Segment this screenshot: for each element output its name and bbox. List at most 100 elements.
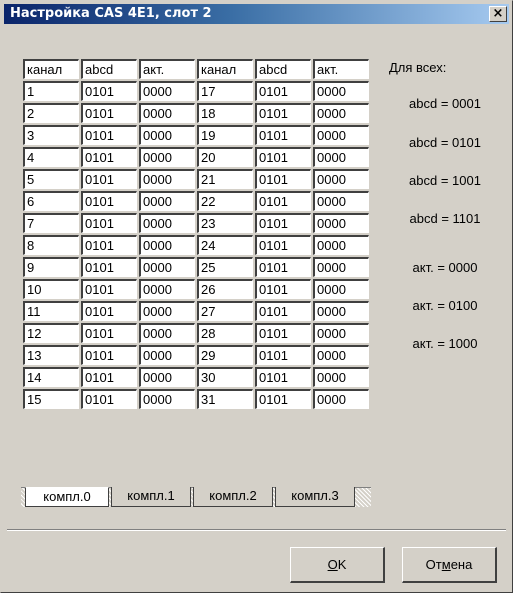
- abcd-cell[interactable]: 0101: [255, 323, 311, 343]
- akt-cell[interactable]: 0000: [139, 279, 195, 299]
- set-abcd-1001-button[interactable]: abcd = 1001: [389, 171, 501, 191]
- channel-cell: 21: [197, 169, 253, 189]
- separator: [7, 529, 506, 531]
- abcd-cell[interactable]: 0101: [255, 389, 311, 409]
- abcd-cell[interactable]: 0101: [81, 235, 137, 255]
- set-abcd-1101-button[interactable]: abcd = 1101: [389, 209, 501, 229]
- akt-cell[interactable]: 0000: [313, 279, 369, 299]
- channel-cell: 3: [23, 125, 79, 145]
- abcd-cell[interactable]: 0101: [255, 125, 311, 145]
- channel-cell: 14: [23, 367, 79, 387]
- channel-cell: 19: [197, 125, 253, 145]
- akt-cell[interactable]: 0000: [139, 125, 195, 145]
- abcd-cell[interactable]: 0101: [81, 147, 137, 167]
- abcd-cell[interactable]: 0101: [81, 191, 137, 211]
- table-header-row: канал abcd акт. канал abcd акт.: [23, 59, 369, 79]
- table-row: 5 0101 0000 21 0101 0000: [23, 169, 369, 189]
- akt-cell[interactable]: 0000: [139, 81, 195, 101]
- tab-kompl-3[interactable]: компл.3: [275, 487, 355, 507]
- abcd-cell[interactable]: 0101: [255, 213, 311, 233]
- abcd-cell[interactable]: 0101: [81, 213, 137, 233]
- close-icon: ×: [492, 6, 504, 21]
- channel-cell: 5: [23, 169, 79, 189]
- tab-kompl-1[interactable]: компл.1: [111, 487, 191, 507]
- akt-cell[interactable]: 0000: [139, 389, 195, 409]
- akt-cell[interactable]: 0000: [313, 147, 369, 167]
- tab-kompl-0[interactable]: компл.0: [25, 487, 109, 507]
- channel-cell: 15: [23, 389, 79, 409]
- abcd-cell[interactable]: 0101: [81, 169, 137, 189]
- abcd-cell[interactable]: 0101: [81, 301, 137, 321]
- table-row: 1 0101 0000 17 0101 0000: [23, 81, 369, 101]
- akt-cell[interactable]: 0000: [313, 389, 369, 409]
- set-akt-1000-button[interactable]: акт. = 1000: [389, 334, 501, 354]
- ok-button[interactable]: OK: [290, 547, 385, 583]
- abcd-cell[interactable]: 0101: [255, 103, 311, 123]
- akt-cell[interactable]: 0000: [313, 345, 369, 365]
- tab-kompl-2[interactable]: компл.2: [193, 487, 273, 507]
- set-abcd-0101-button[interactable]: abcd = 0101: [389, 133, 501, 153]
- abcd-cell[interactable]: 0101: [81, 81, 137, 101]
- abcd-cell[interactable]: 0101: [81, 279, 137, 299]
- channel-cell: 28: [197, 323, 253, 343]
- akt-cell[interactable]: 0000: [139, 169, 195, 189]
- header-abcd: abcd: [81, 59, 137, 79]
- akt-cell[interactable]: 0000: [313, 169, 369, 189]
- set-abcd-0001-button[interactable]: abcd = 0001: [389, 94, 501, 114]
- abcd-cell[interactable]: 0101: [81, 367, 137, 387]
- abcd-cell[interactable]: 0101: [81, 389, 137, 409]
- channel-cell: 13: [23, 345, 79, 365]
- akt-cell[interactable]: 0000: [313, 323, 369, 343]
- abcd-cell[interactable]: 0101: [81, 103, 137, 123]
- channel-cell: 23: [197, 213, 253, 233]
- close-button[interactable]: ×: [489, 6, 507, 22]
- abcd-cell[interactable]: 0101: [255, 235, 311, 255]
- akt-cell[interactable]: 0000: [139, 301, 195, 321]
- abcd-cell[interactable]: 0101: [255, 279, 311, 299]
- abcd-cell[interactable]: 0101: [81, 323, 137, 343]
- akt-cell[interactable]: 0000: [313, 213, 369, 233]
- abcd-cell[interactable]: 0101: [255, 257, 311, 277]
- akt-cell[interactable]: 0000: [139, 235, 195, 255]
- akt-cell[interactable]: 0000: [313, 191, 369, 211]
- akt-cell[interactable]: 0000: [139, 191, 195, 211]
- abcd-cell[interactable]: 0101: [81, 257, 137, 277]
- akt-cell[interactable]: 0000: [313, 235, 369, 255]
- set-akt-0000-button[interactable]: акт. = 0000: [389, 258, 501, 278]
- abcd-cell[interactable]: 0101: [81, 125, 137, 145]
- akt-cell[interactable]: 0000: [313, 367, 369, 387]
- akt-cell[interactable]: 0000: [139, 103, 195, 123]
- akt-cell[interactable]: 0000: [139, 147, 195, 167]
- akt-cell[interactable]: 0000: [139, 345, 195, 365]
- akt-cell[interactable]: 0000: [313, 103, 369, 123]
- abcd-cell[interactable]: 0101: [255, 301, 311, 321]
- abcd-cell[interactable]: 0101: [255, 191, 311, 211]
- table-row: 2 0101 0000 18 0101 0000: [23, 103, 369, 123]
- channel-cell: 24: [197, 235, 253, 255]
- abcd-cell[interactable]: 0101: [255, 345, 311, 365]
- akt-cell[interactable]: 0000: [139, 367, 195, 387]
- akt-cell[interactable]: 0000: [139, 213, 195, 233]
- akt-cell[interactable]: 0000: [139, 323, 195, 343]
- header-channel: канал: [23, 59, 79, 79]
- window-title: Настройка CAS 4E1, слот 2: [10, 6, 212, 21]
- akt-cell[interactable]: 0000: [139, 257, 195, 277]
- header-akt: акт.: [313, 59, 369, 79]
- set-akt-0100-button[interactable]: акт. = 0100: [389, 296, 501, 316]
- table-row: 6 0101 0000 22 0101 0000: [23, 191, 369, 211]
- abcd-cell[interactable]: 0101: [255, 147, 311, 167]
- sidebar-title: Для всех:: [389, 60, 447, 75]
- akt-cell[interactable]: 0000: [313, 81, 369, 101]
- akt-cell[interactable]: 0000: [313, 125, 369, 145]
- abcd-cell[interactable]: 0101: [255, 367, 311, 387]
- abcd-cell[interactable]: 0101: [255, 169, 311, 189]
- channel-cell: 9: [23, 257, 79, 277]
- channel-cell: 1: [23, 81, 79, 101]
- abcd-cell[interactable]: 0101: [255, 81, 311, 101]
- header-akt: акт.: [139, 59, 195, 79]
- akt-cell[interactable]: 0000: [313, 257, 369, 277]
- akt-cell[interactable]: 0000: [313, 301, 369, 321]
- table-row: 3 0101 0000 19 0101 0000: [23, 125, 369, 145]
- abcd-cell[interactable]: 0101: [81, 345, 137, 365]
- cancel-button[interactable]: Отмена: [402, 547, 497, 583]
